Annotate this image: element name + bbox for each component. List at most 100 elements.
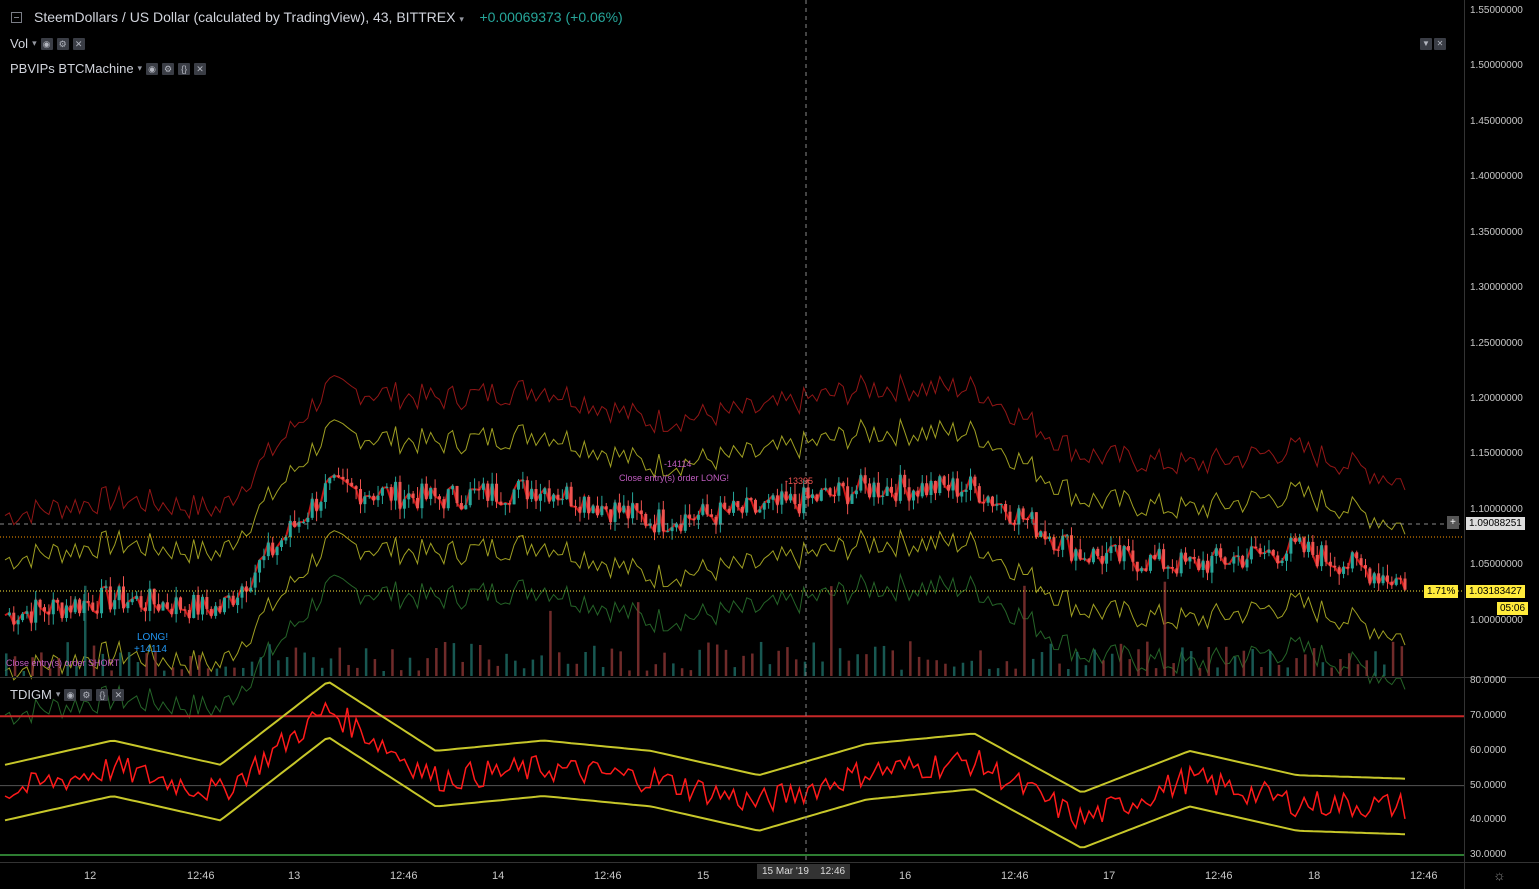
candle-body	[1113, 545, 1117, 547]
gear-icon[interactable]: ⚙	[80, 688, 93, 701]
volume-bar	[1075, 651, 1079, 676]
source-code-icon[interactable]: {}	[178, 62, 191, 75]
candle-body	[503, 503, 507, 505]
candle-body	[1188, 557, 1192, 562]
candle-body	[1249, 546, 1253, 560]
volume-bar	[715, 644, 719, 676]
volume-bar	[996, 668, 1000, 676]
source-code-icon[interactable]: {}	[96, 688, 109, 701]
candle-body	[205, 597, 209, 609]
volume-bar	[224, 666, 227, 676]
indicator-vol[interactable]: Vol ▾ ◉ ⚙ ✕	[10, 36, 85, 51]
candle-body	[1017, 508, 1021, 525]
candle-body	[139, 596, 143, 608]
gear-icon[interactable]: ⚙	[162, 62, 175, 75]
candle-body	[560, 499, 564, 501]
candle-body	[1074, 549, 1078, 561]
candle-body	[301, 522, 305, 524]
volume-bar	[944, 663, 947, 676]
eye-icon[interactable]: ◉	[40, 37, 53, 50]
candle-body	[868, 483, 872, 498]
price-axis-label: 1.45000000	[1470, 115, 1523, 127]
candle-body	[890, 486, 894, 493]
candle-body	[1021, 508, 1025, 520]
candle-body	[872, 482, 876, 498]
price-axis-label: 1.55000000	[1470, 5, 1523, 17]
osc-axis-label: 30.0000	[1470, 849, 1507, 861]
settings-icon[interactable]: ☼	[1493, 867, 1506, 883]
volume-bar	[1119, 643, 1123, 676]
indicator-oscillator[interactable]: TDIGM ▾ ◉ ⚙ {} ✕	[10, 687, 125, 702]
candle-body	[846, 486, 850, 504]
volume-bar	[830, 586, 833, 676]
collapse-icon[interactable]	[11, 12, 22, 23]
chevron-down-icon[interactable]: ▾	[138, 63, 143, 74]
candle-body	[1355, 552, 1359, 559]
volume-bar	[1233, 656, 1237, 676]
close-icon[interactable]: ✕	[112, 688, 125, 701]
candle-body	[771, 495, 775, 500]
candle-body	[1337, 567, 1341, 574]
volume-bar	[917, 656, 921, 676]
volume-bar	[680, 668, 684, 676]
candle-body	[1034, 512, 1038, 537]
volume-bar	[812, 642, 816, 676]
volume-bar	[435, 648, 438, 676]
close-icon[interactable]: ✕	[72, 37, 85, 50]
candle-body	[319, 501, 323, 511]
candle-body	[56, 599, 60, 603]
close-icon[interactable]: ✕	[194, 62, 207, 75]
eye-icon[interactable]: ◉	[64, 688, 77, 701]
price-axis-label: 1.10000000	[1470, 503, 1523, 515]
candle-body	[819, 489, 823, 501]
candle-body	[86, 601, 90, 603]
candle-body	[749, 498, 753, 500]
volume-bar	[1286, 667, 1290, 676]
time-axis-label: 13	[288, 870, 301, 882]
volume-bar	[619, 651, 622, 676]
candle-body	[626, 505, 630, 519]
candle-body	[547, 488, 551, 502]
volume-bar	[452, 643, 456, 676]
chevron-down-icon[interactable]: ▾	[56, 689, 61, 700]
chevron-down-icon[interactable]: ▾	[32, 38, 37, 49]
candle-body	[534, 488, 538, 501]
volume-bar	[320, 667, 324, 676]
volume-bar	[1260, 666, 1263, 676]
candle-body	[951, 478, 955, 491]
gear-icon[interactable]: ⚙	[56, 37, 69, 50]
crosshair-plus-icon[interactable]: +	[1447, 516, 1459, 529]
volume-bar	[1146, 641, 1149, 676]
volume-bar	[733, 667, 737, 676]
collapse-pane-icon[interactable]: ▼	[1420, 38, 1432, 50]
candle-body	[165, 602, 169, 609]
chevron-down-icon[interactable]: ▾	[459, 14, 464, 24]
volume-bar	[663, 652, 666, 676]
candle-body	[1306, 541, 1310, 553]
volume-bar	[1383, 664, 1386, 676]
close-pane-icon[interactable]: ✕	[1434, 38, 1446, 50]
volume-bar	[268, 644, 271, 676]
candle-body	[933, 480, 937, 493]
price-axis-label: 1.15000000	[1470, 448, 1523, 460]
volume-bar	[900, 669, 903, 676]
symbol-title[interactable]: SteemDollars / US Dollar (calculated by …	[34, 9, 623, 25]
price-chart-canvas[interactable]	[0, 0, 1539, 889]
candle-body	[34, 599, 38, 623]
candle-body	[543, 488, 547, 495]
candle-body	[29, 611, 33, 623]
candle-body	[732, 501, 736, 513]
candle-body	[657, 509, 661, 533]
pane-separator[interactable]	[0, 677, 1539, 678]
candle-body	[389, 487, 393, 501]
volume-bar	[426, 658, 429, 676]
candle-body	[1293, 537, 1297, 542]
volume-bar	[215, 668, 219, 676]
candle-body	[841, 482, 845, 487]
indicator-strategy[interactable]: PBVIPs BTCMachine ▾ ◉ ⚙ {} ✕	[10, 61, 207, 76]
volume-bar	[1268, 650, 1272, 676]
candle-body	[556, 494, 560, 500]
eye-icon[interactable]: ◉	[146, 62, 159, 75]
price-axis-label: 1.35000000	[1470, 226, 1523, 238]
volume-bar	[48, 668, 52, 676]
